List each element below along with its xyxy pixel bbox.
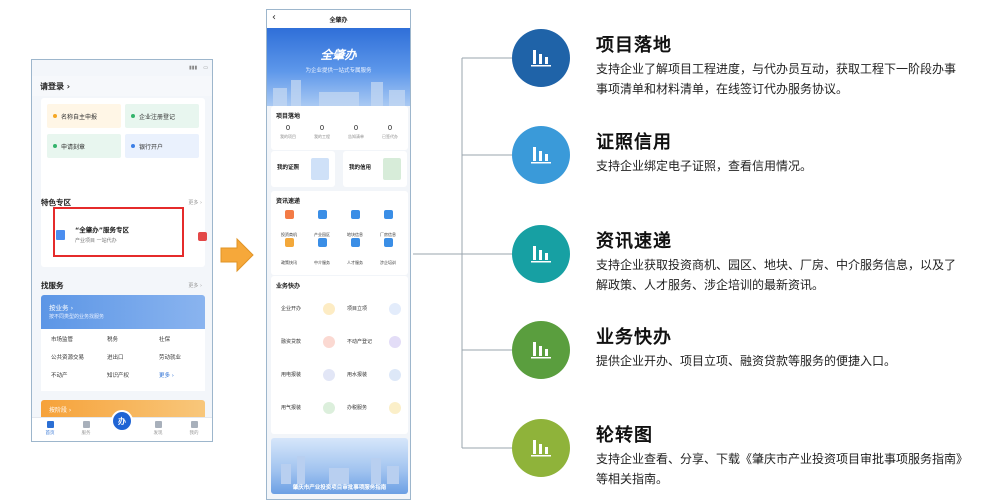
feature-title: 项目落地	[596, 35, 672, 56]
feature-description: 提供企业开办、项目立项、融资贷款等服务的便捷入口。	[596, 354, 897, 368]
feature-description: 支持企业了解项目工程进度，与代办员互动，获取工程下一阶段办事事项清单和材料清单，…	[596, 62, 957, 96]
feature-badge	[512, 29, 570, 87]
feature-badge	[512, 419, 570, 477]
bar-chart-icon	[531, 246, 551, 263]
feature-title: 轮转图	[596, 425, 653, 446]
feature-badge	[512, 126, 570, 184]
bar-chart-icon	[531, 440, 551, 457]
feature-badge	[512, 321, 570, 379]
bar-chart-icon	[531, 342, 551, 359]
feature-description: 支持企业绑定电子证照，查看信用情况。	[596, 159, 813, 173]
feature-title: 业务快办	[596, 327, 672, 348]
feature-title: 资讯速递	[596, 231, 672, 252]
feature-badge	[512, 225, 570, 283]
bar-chart-icon	[531, 147, 551, 164]
feature-description: 支持企业查看、分享、下载《肇庆市产业投资项目审批事项服务指南》等相关指南。	[596, 452, 963, 486]
feature-description: 支持企业获取投资商机、园区、地块、厂房、中介服务信息，以及了解政策、人才服务、涉…	[596, 258, 957, 292]
feature-title: 证照信用	[596, 132, 672, 153]
bar-chart-icon	[531, 50, 551, 67]
